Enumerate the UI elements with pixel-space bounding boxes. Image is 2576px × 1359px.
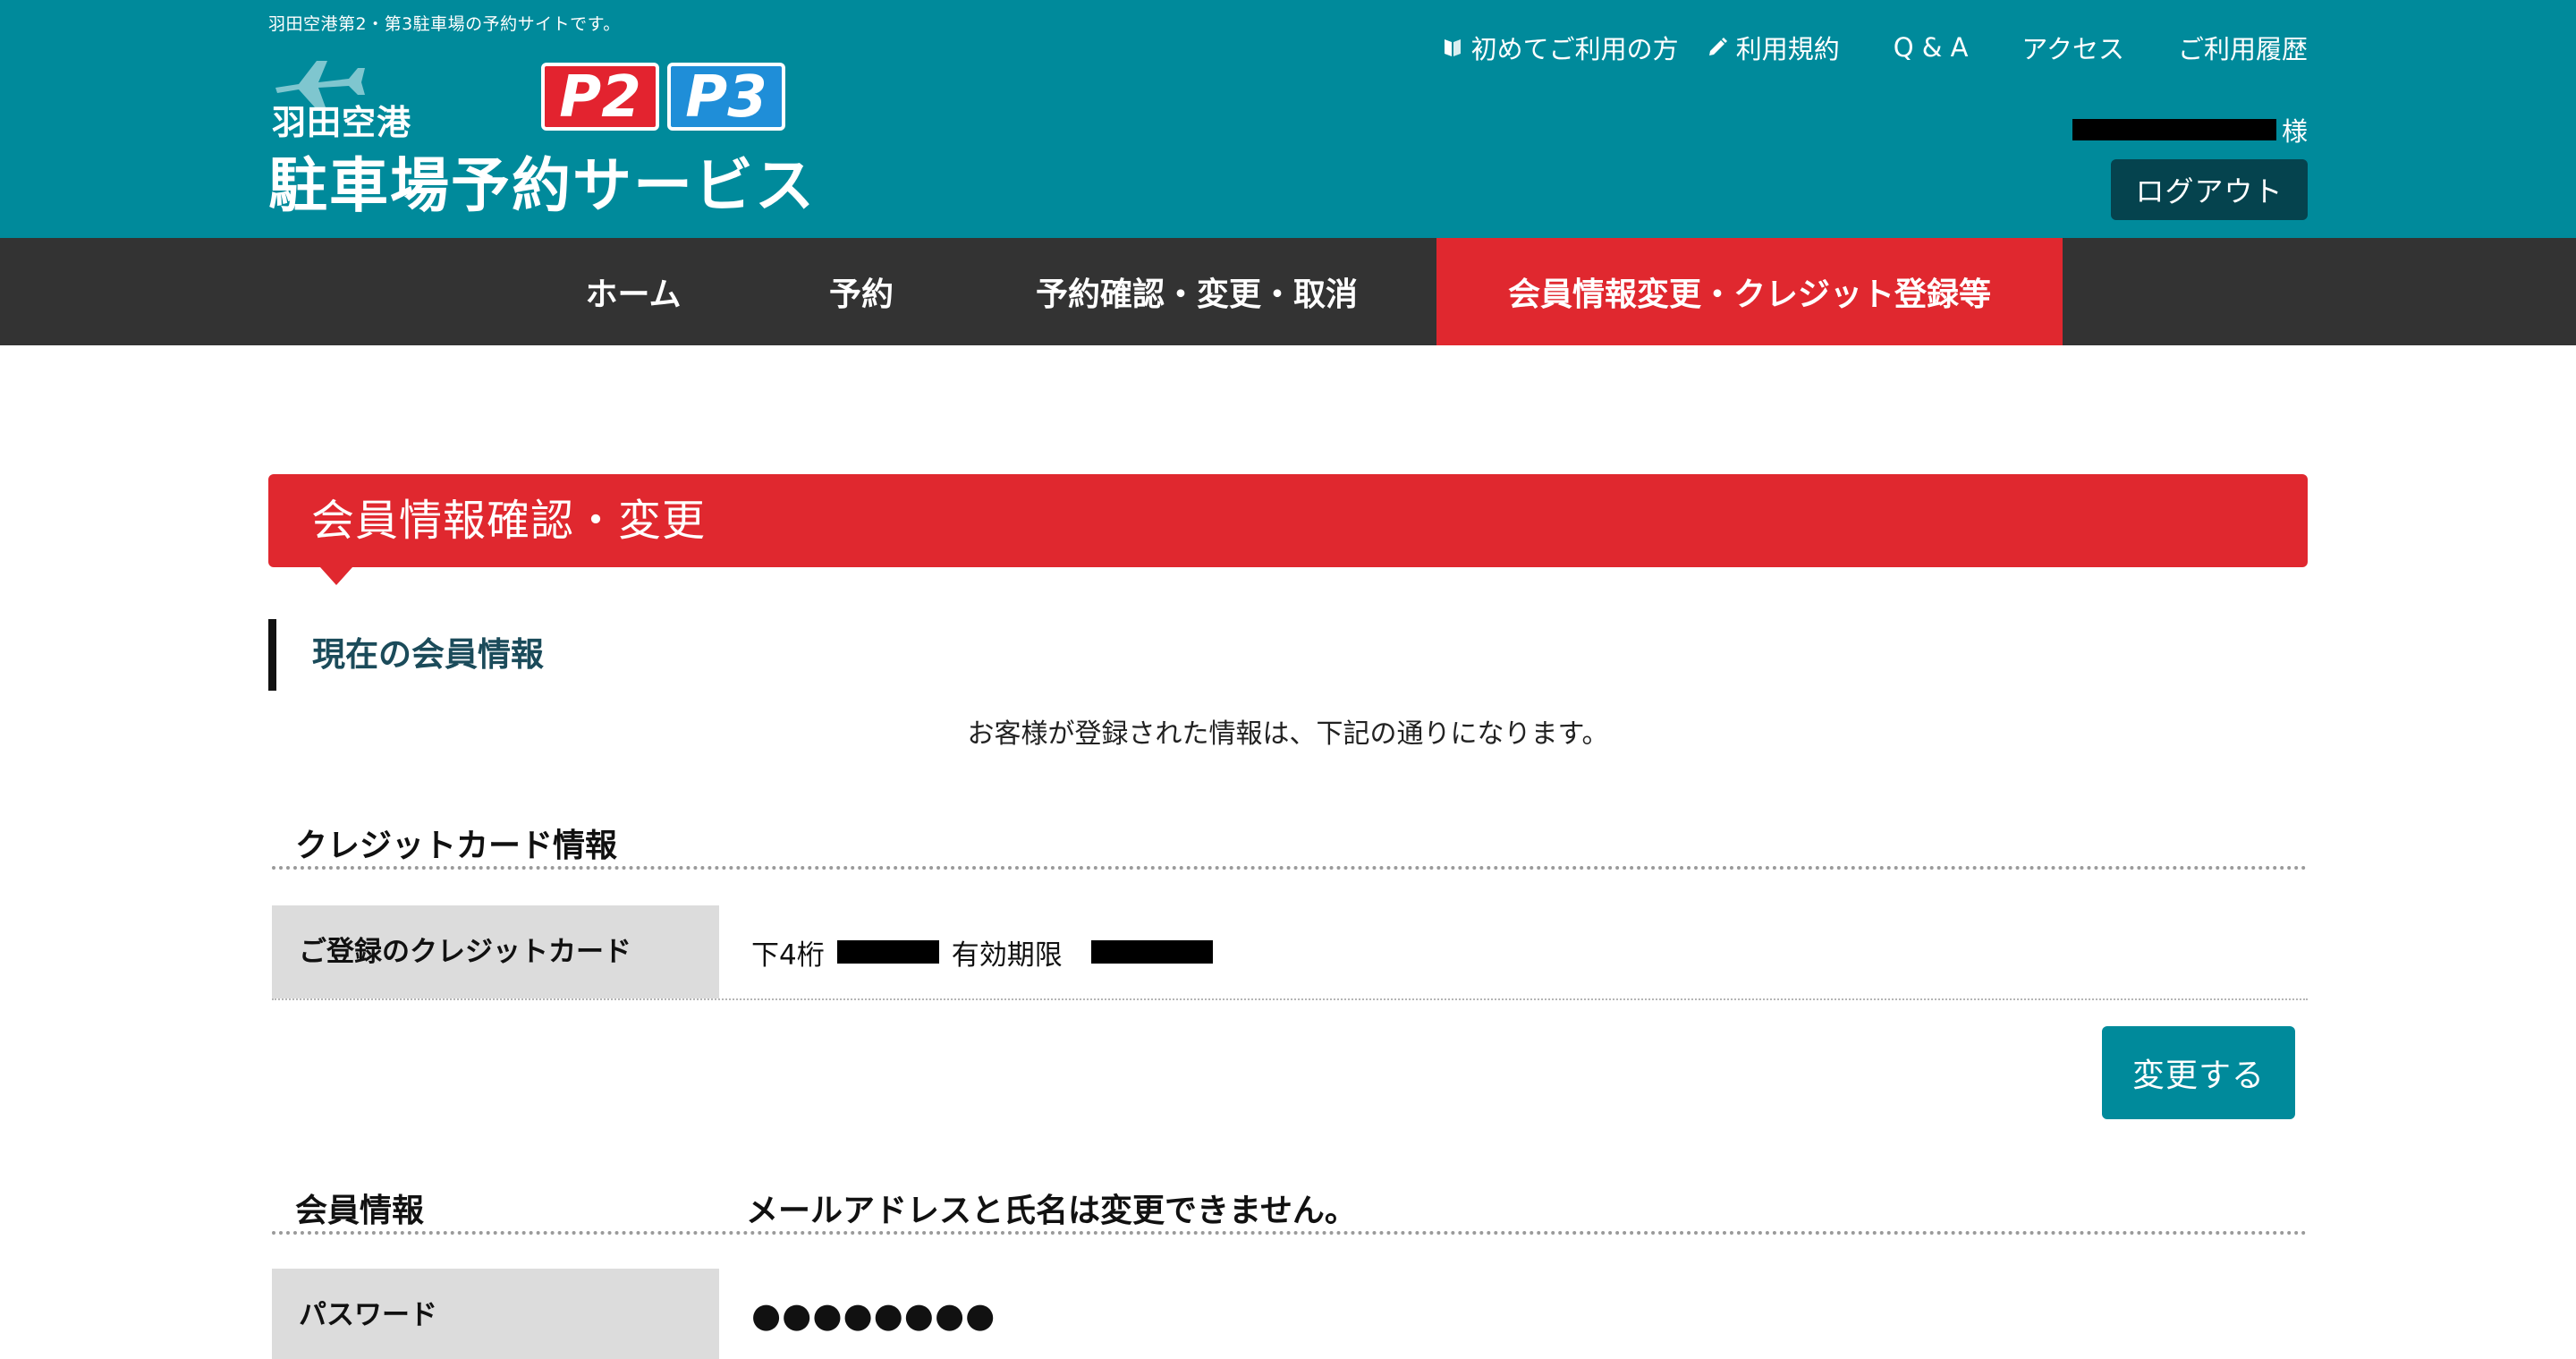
password-value: ●●●●●●●●: [751, 1269, 996, 1359]
member-info-heading: 会員情報: [295, 1193, 425, 1229]
access-link[interactable]: アクセス: [2021, 29, 2124, 66]
logo-title: 駐車場予約サービス: [268, 151, 816, 220]
nav-home[interactable]: ホーム: [553, 238, 714, 345]
site-header: 羽田空港第2・第3駐車場の予約サイトです。 羽田空港 駐車場予約サービス P2 …: [0, 0, 2576, 238]
user-suffix: 様: [2281, 116, 2308, 147]
credit-card-value: 下4桁 有効期限: [751, 905, 1213, 998]
logout-button[interactable]: ログアウト: [2111, 159, 2308, 220]
site-tagline: 羽田空港第2・第3駐車場の予約サイトです。: [268, 14, 621, 34]
user-greeting: 様: [2072, 111, 2308, 149]
credit-card-group-header: クレジットカード情報: [272, 820, 2308, 870]
pencil-icon: [1708, 38, 1727, 55]
p2-badge: P2: [541, 63, 659, 131]
redacted-user-name: [2072, 119, 2276, 140]
banner-pointer: [320, 567, 352, 585]
password-label: パスワード: [272, 1269, 719, 1359]
change-card-button[interactable]: 変更する: [2102, 1026, 2295, 1119]
history-link-label: ご利用履歴: [2177, 34, 2308, 64]
credit-card-heading: クレジットカード情報: [295, 828, 618, 864]
terms-link-label: 利用規約: [1735, 34, 1840, 64]
member-info-group-header: 会員情報 メールアドレスと氏名は変更できません。: [272, 1185, 2308, 1235]
main-nav: ホーム 予約 予約確認・変更・取消 会員情報変更・クレジット登録等: [0, 238, 2576, 345]
header-links: 初めてご利用の方 利用規約 Q & A アクセス ご利用履歴: [1441, 29, 2308, 66]
nav-reservation-manage[interactable]: 予約確認・変更・取消: [1018, 238, 1376, 345]
access-link-label: アクセス: [2021, 34, 2124, 64]
last4-label: 下4桁: [751, 939, 825, 972]
intro-text: お客様が登録された情報は、下記の通りになります。: [967, 718, 1609, 750]
credit-card-label: ご登録のクレジットカード: [272, 905, 719, 998]
site-logo[interactable]: 羽田空港 駐車場予約サービス P2 P3: [268, 50, 814, 220]
redacted-card-expiry: [1090, 940, 1213, 964]
nav-reserve[interactable]: 予約: [803, 238, 919, 345]
history-link[interactable]: ご利用履歴: [2178, 29, 2308, 66]
redacted-card-last4: [836, 940, 939, 964]
page-title: 会員情報確認・変更: [311, 496, 707, 546]
book-icon: [1444, 39, 1461, 56]
logo-subtitle: 羽田空港: [272, 103, 412, 142]
expiry-label: 有効期限: [951, 939, 1063, 972]
qa-link[interactable]: Q & A: [1894, 32, 1969, 63]
current-member-info-heading: 現在の会員情報: [268, 619, 544, 691]
terms-link[interactable]: 利用規約: [1706, 29, 1840, 66]
p3-badge: P3: [667, 63, 785, 131]
first-time-link-label: 初めてご利用の方: [1470, 34, 1679, 64]
nav-member-settings[interactable]: 会員情報変更・クレジット登録等: [1436, 238, 2063, 345]
page-title-banner: 会員情報確認・変更: [268, 474, 2308, 585]
next-row-label-cell: [272, 1353, 719, 1359]
password-mask: ●●●●●●●●: [751, 1295, 996, 1335]
credit-card-row: ご登録のクレジットカード 下4桁 有効期限: [272, 905, 2308, 1000]
member-info-note: メールアドレスと氏名は変更できません。: [746, 1193, 1357, 1229]
password-row: パスワード ●●●●●●●●: [272, 1269, 2308, 1359]
qa-link-label: Q & A: [1893, 32, 1969, 63]
first-time-link[interactable]: 初めてご利用の方: [1441, 29, 1679, 66]
